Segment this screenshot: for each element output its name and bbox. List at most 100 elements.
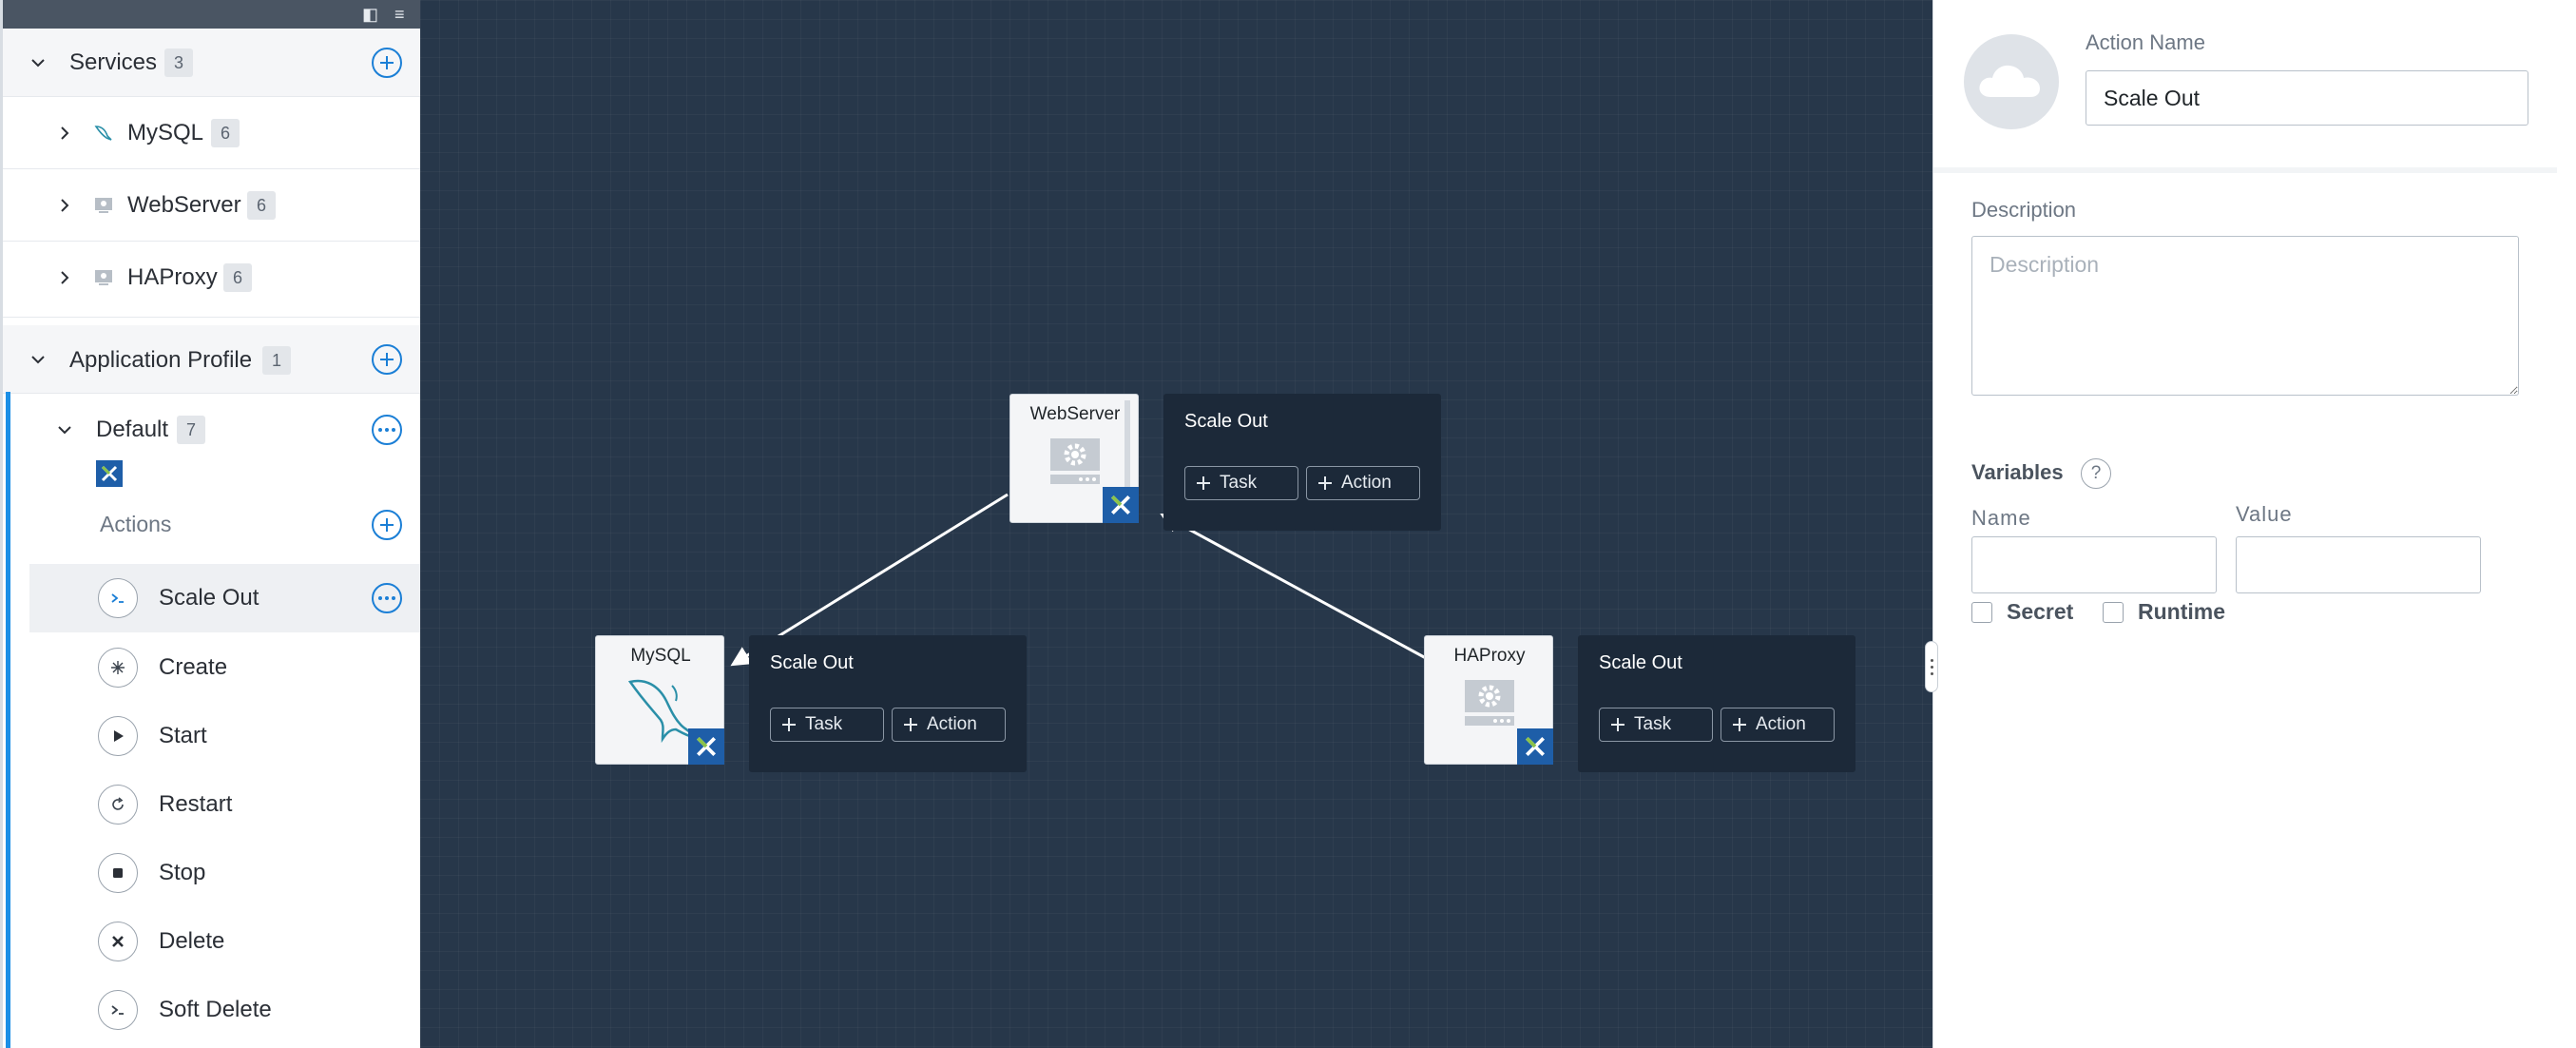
add-task-button[interactable]: Task (1599, 708, 1713, 742)
add-task-button[interactable]: Task (770, 708, 884, 742)
service-item-haproxy[interactable]: HAProxy 6 (3, 242, 420, 318)
add-action-button[interactable]: Action (892, 708, 1006, 742)
action-label: Restart (159, 791, 233, 817)
runtime-checkbox[interactable] (2103, 602, 2124, 623)
action-avatar (1964, 34, 2059, 129)
chevron-down-icon[interactable] (31, 56, 45, 69)
service-item-label: HAProxy (127, 264, 218, 290)
action-panel-mysql: Scale Out Task Action (749, 635, 1027, 772)
actions-header-label: Actions (100, 512, 172, 536)
panel-title: Scale Out (1184, 411, 1268, 432)
panel-layout-icon[interactable]: ◧ (362, 6, 378, 23)
edge-haproxy-to-webserver (1160, 513, 1427, 660)
stop-icon (98, 853, 138, 893)
action-label: Soft Delete (159, 997, 272, 1022)
description-textarea[interactable] (1971, 236, 2519, 396)
services-label: Services (69, 49, 158, 75)
action-item-stop[interactable]: Stop (3, 839, 420, 907)
application-profile-count: 1 (262, 346, 291, 375)
panel-resize-handle[interactable] (1925, 641, 1938, 692)
variable-value-input[interactable] (2236, 536, 2481, 593)
add-service-button[interactable] (372, 48, 402, 78)
action-properties-panel: Action Name Description Variables ? Name… (1932, 0, 2576, 1048)
action-item-soft-delete[interactable]: Soft Delete (3, 976, 420, 1044)
mysql-dolphin-icon (94, 125, 113, 142)
nutanix-badge-icon (1103, 487, 1139, 523)
profile-item-default[interactable]: Default 7 (3, 394, 420, 466)
profile-more-button[interactable] (372, 415, 402, 445)
variable-name-input[interactable] (1971, 536, 2217, 593)
chevron-right-icon[interactable] (58, 271, 71, 284)
secret-checkbox[interactable] (1971, 602, 1992, 623)
action-name-label: Action Name (2086, 30, 2205, 54)
service-node-webserver[interactable]: WebServer (1009, 394, 1139, 523)
chevron-down-icon[interactable] (58, 423, 71, 437)
action-item-restart[interactable]: Restart (3, 770, 420, 839)
application-profile-label: Application Profile (69, 347, 253, 373)
x-icon (98, 922, 138, 961)
service-item-webserver[interactable]: WebServer 6 (3, 169, 420, 242)
action-panel-webserver: Scale Out Task Action (1163, 394, 1441, 531)
sidebar-toolbar: ◧ ≡ (3, 0, 420, 29)
service-item-count: 6 (247, 191, 276, 220)
action-item-delete[interactable]: Delete (3, 907, 420, 976)
action-item-scale-out[interactable]: Scale Out (29, 564, 420, 632)
service-node-haproxy[interactable]: HAProxy (1424, 635, 1553, 765)
action-label: Create (159, 654, 228, 680)
service-item-count: 6 (211, 119, 240, 147)
service-node-mysql[interactable]: MySQL (595, 635, 724, 765)
nutanix-logo-icon (96, 460, 123, 487)
help-icon[interactable]: ? (2081, 458, 2111, 489)
action-name-input[interactable] (2086, 70, 2528, 126)
service-item-count: 6 (223, 263, 252, 292)
node-title: MySQL (630, 646, 691, 666)
panel-title: Scale Out (770, 652, 854, 673)
server-icon (1050, 438, 1100, 484)
profile-count: 7 (177, 416, 205, 444)
service-item-label: MySQL (127, 120, 204, 146)
add-action-button[interactable]: Action (1306, 466, 1420, 500)
node-title: WebServer (1029, 404, 1121, 424)
add-task-button[interactable]: Task (1184, 466, 1298, 500)
actions-section-header: Actions (3, 498, 420, 552)
sidebar: ◧ ≡ Services 3 MySQL 6 WebServer 6 HAPro… (0, 0, 420, 1048)
section-divider (1933, 167, 2557, 173)
action-item-create[interactable]: Create (3, 633, 420, 702)
runtime-checkbox-label: Runtime (2138, 599, 2225, 624)
terminal-icon (98, 578, 138, 618)
server-icon (94, 197, 113, 214)
server-icon (94, 269, 113, 286)
terminal-icon (98, 990, 138, 1030)
service-item-mysql[interactable]: MySQL 6 (3, 97, 420, 169)
panel-title: Scale Out (1599, 652, 1682, 673)
action-label: Start (159, 723, 207, 748)
sparkle-icon (98, 648, 138, 688)
chevron-down-icon[interactable] (31, 353, 45, 366)
play-icon (98, 716, 138, 756)
variable-name-label: Name (1971, 506, 2031, 530)
action-label: Delete (159, 928, 225, 954)
nutanix-badge-icon (1517, 728, 1553, 765)
variable-value-label: Value (2236, 502, 2293, 526)
service-item-label: WebServer (127, 192, 241, 218)
server-icon (1465, 680, 1514, 726)
add-action-button[interactable]: Action (1721, 708, 1835, 742)
blueprint-canvas[interactable]: WebServer MySQL HAProxy Scale Out Task A… (420, 0, 1932, 1048)
action-label: Stop (159, 860, 206, 885)
services-count-badge: 3 (164, 49, 193, 77)
action-more-button[interactable] (372, 583, 402, 613)
secret-checkbox-label: Secret (2007, 599, 2074, 624)
menu-icon[interactable]: ≡ (394, 6, 405, 23)
services-section-header[interactable]: Services 3 (3, 29, 420, 97)
action-item-start[interactable]: Start (3, 702, 420, 770)
profile-label: Default (96, 417, 169, 442)
cloud-icon (1979, 65, 2040, 97)
restart-icon (98, 785, 138, 825)
application-profile-section-header[interactable]: Application Profile 1 (3, 325, 420, 394)
chevron-right-icon[interactable] (58, 199, 71, 212)
node-title: HAProxy (1453, 646, 1526, 666)
add-profile-button[interactable] (372, 344, 402, 375)
chevron-right-icon[interactable] (58, 126, 71, 140)
description-label: Description (1971, 198, 2077, 222)
add-action-button[interactable] (372, 510, 402, 540)
